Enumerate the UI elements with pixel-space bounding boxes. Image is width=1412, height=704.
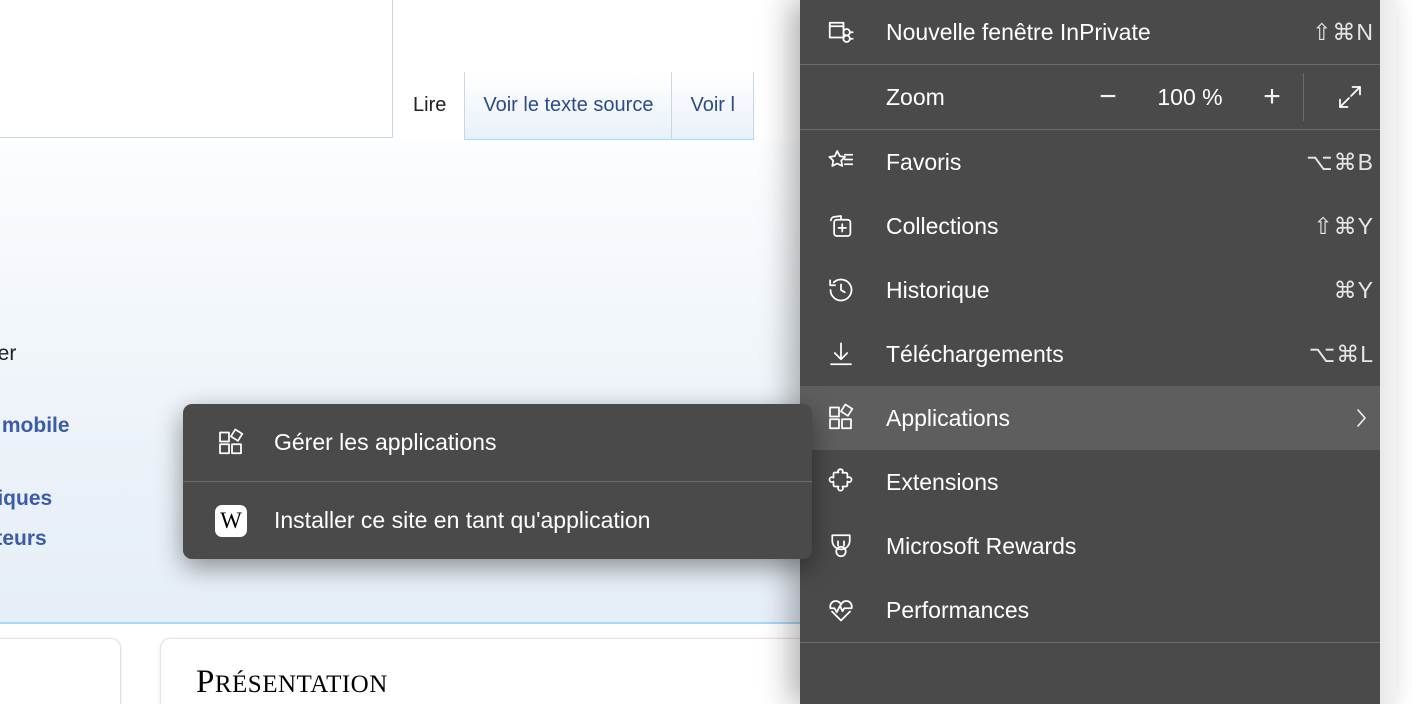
wikipedia-w-badge: W: [215, 504, 247, 537]
apps-grid-icon: [826, 403, 866, 433]
menu-item-inprivate-shortcut: ⇧⌘N: [1312, 18, 1374, 45]
menu-item-favoris-label: Favoris: [886, 148, 962, 175]
menu-item-microsoft-rewards[interactable]: Microsoft Rewards: [800, 514, 1396, 578]
collections-icon: [826, 211, 866, 241]
menu-zoom-row: Zoom − 100 % +: [800, 65, 1396, 129]
inprivate-window-icon: [826, 17, 866, 47]
tab-lire-label: Lire: [413, 94, 447, 116]
tab-lire[interactable]: Lire: [395, 72, 465, 140]
history-clock-icon: [826, 275, 866, 305]
article-link-appareil-mobile[interactable]: pareil mobile: [0, 414, 70, 438]
presentation-heading-rest: RÉSENTATION: [214, 671, 388, 698]
menu-separator-3: [800, 642, 1396, 643]
browser-main-menu: Nouvelle fenêtre InPrivate ⇧⌘N Zoom − 10…: [800, 0, 1396, 704]
menu-item-extensions-label: Extensions: [886, 468, 999, 495]
menu-item-collections-shortcut: ⇧⌘Y: [1313, 212, 1374, 239]
star-list-icon: [826, 147, 866, 177]
presentation-heading: PRÉSENTATION: [196, 664, 388, 701]
wikipedia-w-icon: W: [213, 504, 249, 537]
menu-item-performances[interactable]: Performances: [800, 578, 1396, 642]
download-arrow-icon: [826, 339, 866, 369]
fullscreen-icon: [1335, 82, 1365, 112]
menu-item-nouvelle-fenetre-inprivate[interactable]: Nouvelle fenêtre InPrivate ⇧⌘N: [800, 0, 1396, 64]
menu-item-collections[interactable]: Collections ⇧⌘Y: [800, 194, 1396, 258]
submenu-item-gerer-label: Gérer les applications: [274, 429, 497, 455]
menu-right-edge-strip: [1380, 0, 1396, 704]
chevron-right-icon: [1354, 405, 1374, 431]
zoom-controls: − 100 % +: [1091, 80, 1289, 114]
menu-item-favoris-shortcut: ⌥⌘B: [1306, 148, 1374, 175]
zoom-value: 100 %: [1157, 83, 1223, 110]
footer-card-left: [0, 638, 121, 704]
zoom-out-button[interactable]: −: [1091, 80, 1125, 114]
menu-item-applications[interactable]: Applications: [800, 386, 1396, 450]
zoom-left-section: Zoom − 100 % +: [800, 65, 1303, 129]
heart-pulse-icon: [826, 595, 866, 625]
tab-voir-historique[interactable]: Voir l: [672, 72, 754, 140]
screen: Lire Voir le texte source Voir l éliorer…: [0, 0, 1412, 704]
article-link-fondateurs[interactable]: ndateurs: [0, 527, 47, 551]
tab-voir-le-texte-source[interactable]: Voir le texte source: [464, 72, 673, 140]
article-text-ameliorer: éliorer: [0, 342, 17, 365]
article-tabs: Lire Voir le texte source Voir l: [395, 72, 754, 140]
submenu-item-gerer-les-applications[interactable]: Gérer les applications: [183, 404, 812, 481]
menu-item-microsoft-rewards-label: Microsoft Rewards: [886, 532, 1077, 559]
zoom-in-button[interactable]: +: [1255, 80, 1289, 114]
menu-item-historique-shortcut: ⌘Y: [1333, 276, 1374, 303]
medal-icon: [826, 531, 866, 561]
menu-item-historique[interactable]: Historique ⌘Y: [800, 258, 1396, 322]
menu-item-telechargements[interactable]: Téléchargements ⌥⌘L: [800, 322, 1396, 386]
article-link-informatiques[interactable]: matiques: [0, 487, 52, 511]
tab-voir-le-texte-source-label: Voir le texte source: [483, 94, 654, 116]
submenu-item-installer-ce-site[interactable]: W Installer ce site en tant qu'applicati…: [183, 482, 812, 559]
menu-item-performances-label: Performances: [886, 596, 1030, 623]
puzzle-piece-icon: [826, 467, 866, 497]
menu-item-favoris[interactable]: Favoris ⌥⌘B: [800, 130, 1396, 194]
submenu-item-installer-label: Installer ce site en tant qu'application: [274, 507, 651, 533]
menu-item-applications-label: Applications: [886, 404, 1011, 431]
zoom-label: Zoom: [886, 83, 945, 110]
article-title-box: [0, 0, 393, 138]
tab-voir-historique-label: Voir l: [690, 94, 735, 116]
menu-item-telechargements-shortcut: ⌥⌘L: [1308, 340, 1374, 367]
menu-item-telechargements-label: Téléchargements: [886, 340, 1064, 367]
applications-submenu: Gérer les applications W Installer ce si…: [183, 404, 812, 559]
menu-item-inprivate-label: Nouvelle fenêtre InPrivate: [886, 18, 1151, 45]
menu-item-historique-label: Historique: [886, 276, 990, 303]
menu-item-extensions[interactable]: Extensions: [800, 450, 1396, 514]
presentation-heading-first: P: [196, 664, 215, 700]
menu-item-collections-label: Collections: [886, 212, 999, 239]
apps-grid-icon: [213, 428, 249, 458]
